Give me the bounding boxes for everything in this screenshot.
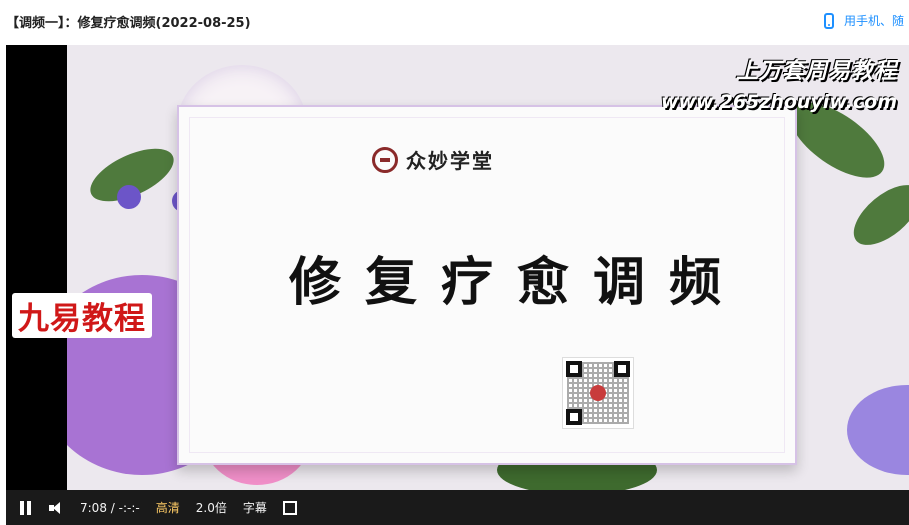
time-separator: / [110, 500, 115, 515]
video-title: 【调频一】：修复疗愈调频(2022-08-25) [6, 16, 251, 31]
seal-icon [372, 146, 398, 173]
video-player[interactable]: 众妙学堂 修复疗愈调频 上万套周易教程 www.265zhouyiw.com 九… [6, 45, 909, 525]
quality-button[interactable]: 高清 [156, 499, 180, 516]
time-display: 7:08 / -:-:- [80, 501, 140, 515]
qr-center-logo [590, 385, 606, 401]
logo: 众妙学堂 [372, 145, 494, 174]
leaf-decoration [843, 173, 909, 257]
pause-icon[interactable] [20, 500, 32, 515]
watch-on-mobile-link[interactable]: 用手机、随 [824, 12, 904, 29]
volume-icon[interactable] [48, 501, 64, 515]
subtitle-button[interactable]: 字幕 [243, 499, 267, 516]
fullscreen-icon[interactable] [282, 500, 297, 515]
berry-decoration [117, 185, 141, 209]
video-main-title: 修复疗愈调频 [288, 253, 745, 313]
qr-code [562, 357, 634, 429]
current-time: 7:08 [80, 500, 107, 515]
qr-finder [614, 361, 630, 377]
qr-finder [566, 409, 582, 425]
logo-text: 众妙学堂 [406, 149, 494, 173]
watch-on-mobile-label: 用手机、随 [844, 14, 905, 28]
phone-icon [824, 12, 834, 29]
watermark: 上万套周易教程 www.265zhouyiw.com [661, 53, 897, 113]
control-bar: 7:08 / -:-:- 高清 2.0倍 字幕 [6, 490, 909, 525]
qr-finder [566, 361, 582, 377]
video-frame[interactable]: 众妙学堂 修复疗愈调频 上万套周易教程 www.265zhouyiw.com [67, 45, 909, 490]
total-time: -:-:- [118, 500, 140, 515]
watermark-line2: www.265zhouyiw.com [660, 91, 897, 113]
page-header: 【调频一】：修复疗愈调频(2022-08-25) 用手机、随 [0, 0, 909, 44]
watermark-badge: 九易教程 [12, 293, 152, 338]
purple-flower-decoration [847, 385, 909, 475]
watermark-line1: 上万套周易教程 [735, 59, 897, 84]
speed-button[interactable]: 2.0倍 [196, 499, 227, 516]
